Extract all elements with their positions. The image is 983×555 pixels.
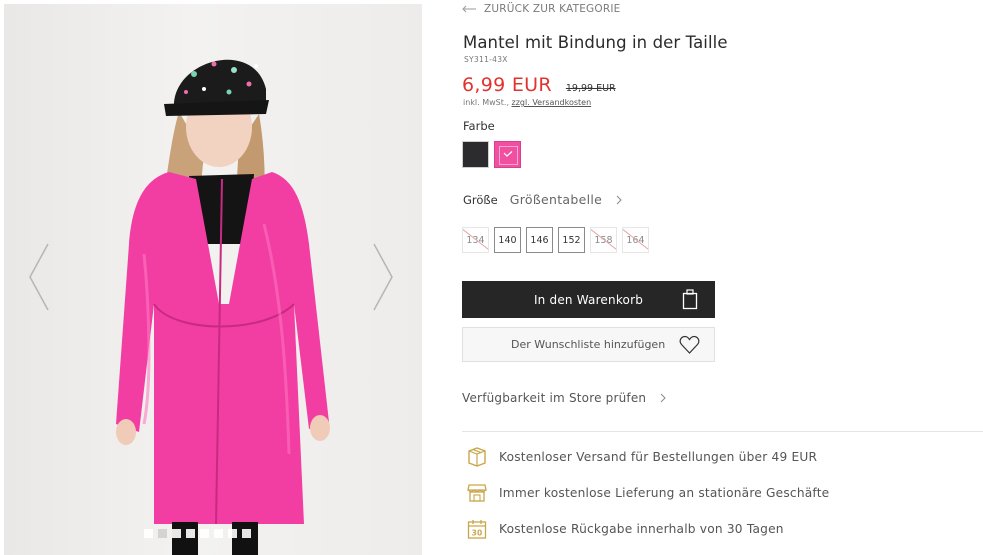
benefit-store-delivery: Immer kostenlose Lieferung an stationäre… (467, 483, 829, 503)
add-to-cart-label: In den Warenkorb (533, 292, 644, 307)
current-price: 6,99 EUR (462, 74, 552, 96)
price-row: 6,99 EUR 19,99 EUR (462, 74, 616, 96)
gallery-dot[interactable] (242, 529, 251, 538)
product-details: ZURÜCK ZUR KATEGORIE Mantel mit Bindung … (462, 0, 983, 555)
size-option-152[interactable]: 152 (558, 227, 585, 253)
gallery-pagination (144, 529, 251, 538)
heart-icon (679, 335, 700, 354)
arrow-left-icon (462, 5, 476, 13)
size-label: Größe (463, 192, 498, 207)
store-availability-label: Verfügbarkeit im Store prüfen (462, 391, 647, 405)
old-price: 19,99 EUR (565, 83, 616, 94)
size-table-link[interactable]: Größentabelle (510, 192, 622, 207)
tax-info: inkl. MwSt., zzgl. Versandkosten (463, 98, 591, 107)
size-options: 134 140 146 152 158 164 (462, 227, 649, 253)
product-image-gallery (4, 4, 422, 555)
shipping-costs-link[interactable]: zzgl. Versandkosten (512, 98, 592, 107)
gallery-dot[interactable] (228, 529, 237, 538)
color-label: Farbe (463, 119, 495, 133)
chevron-right-icon[interactable] (370, 242, 396, 312)
gallery-dot[interactable] (144, 529, 153, 538)
back-to-category-label: ZURÜCK ZUR KATEGORIE (484, 3, 621, 15)
add-to-wishlist-label: Der Wunschliste hinzufügen (511, 338, 666, 351)
size-option-146[interactable]: 146 (526, 227, 553, 253)
benefit-text: Kostenloser Versand für Bestellungen übe… (499, 450, 818, 464)
gallery-dot[interactable] (158, 529, 167, 538)
tax-text: inkl. MwSt., (463, 98, 512, 107)
shopping-bag-icon (682, 289, 698, 310)
chevron-right-icon (616, 195, 622, 204)
back-to-category-link[interactable]: ZURÜCK ZUR KATEGORIE (462, 3, 620, 15)
checkmark-icon (503, 151, 513, 157)
store-icon (467, 484, 487, 502)
svg-text:30: 30 (472, 529, 483, 538)
color-swatch-pink[interactable] (494, 141, 521, 168)
size-option-158[interactable]: 158 (590, 227, 617, 253)
product-sku: SY311-43X (464, 55, 508, 64)
product-title: Mantel mit Bindung in der Taille (463, 33, 728, 52)
gallery-dot[interactable] (200, 529, 209, 538)
divider (462, 431, 983, 432)
size-option-164[interactable]: 164 (622, 227, 649, 253)
gallery-dot[interactable] (172, 529, 181, 538)
benefit-free-shipping: Kostenloser Versand für Bestellungen übe… (467, 447, 817, 467)
size-table-label: Größentabelle (509, 192, 603, 207)
calendar-30-icon: 30 (467, 520, 487, 539)
chevron-left-icon[interactable] (26, 242, 52, 312)
size-row: Größe Größentabelle (463, 192, 622, 207)
benefit-free-returns: 30 Kostenlose Rückgabe innerhalb von 30 … (467, 519, 784, 539)
delivery-box-icon (468, 447, 486, 467)
store-availability-link[interactable]: Verfügbarkeit im Store prüfen (462, 391, 666, 405)
chevron-right-icon (660, 393, 666, 403)
size-option-140[interactable]: 140 (494, 227, 521, 253)
size-option-134[interactable]: 134 (462, 227, 489, 253)
benefit-text: Kostenlose Rückgabe innerhalb von 30 Tag… (499, 522, 784, 536)
gallery-dot[interactable] (214, 529, 223, 538)
benefit-text: Immer kostenlose Lieferung an stationäre… (499, 486, 830, 500)
product-photo (116, 59, 330, 555)
color-swatch-black[interactable] (462, 141, 489, 168)
add-to-wishlist-button[interactable]: Der Wunschliste hinzufügen (462, 327, 715, 362)
add-to-cart-button[interactable]: In den Warenkorb (462, 281, 715, 318)
gallery-dot[interactable] (186, 529, 195, 538)
